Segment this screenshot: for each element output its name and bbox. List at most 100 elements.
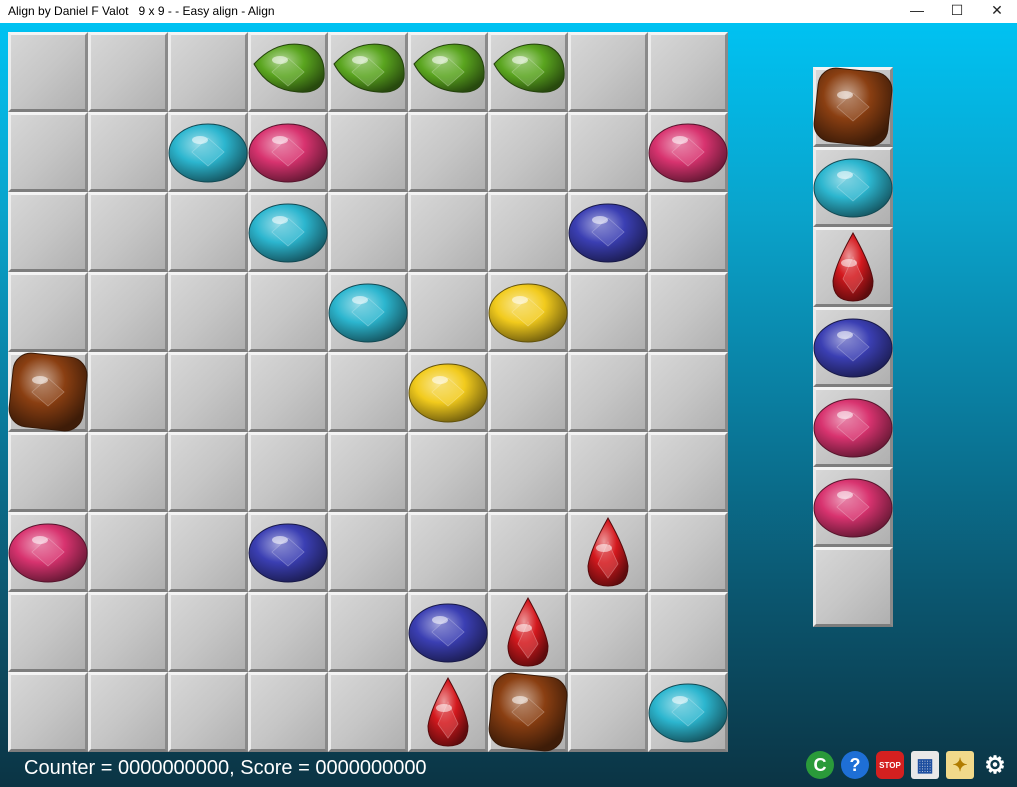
board-cell[interactable]: [328, 672, 408, 752]
board-cell[interactable]: [408, 672, 488, 752]
game-area: Counter = 0000000000, Score = 0000000000…: [0, 23, 1017, 787]
board-cell[interactable]: [568, 32, 648, 112]
calculator-icon[interactable]: ▦: [911, 751, 939, 779]
board-cell[interactable]: [328, 592, 408, 672]
board-cell[interactable]: [168, 112, 248, 192]
board-cell[interactable]: [648, 272, 728, 352]
board-cell[interactable]: [248, 432, 328, 512]
board-cell[interactable]: [488, 432, 568, 512]
board-cell[interactable]: [488, 512, 568, 592]
board-cell[interactable]: [408, 512, 488, 592]
board-cell[interactable]: [328, 112, 408, 192]
gear-icon[interactable]: ⚙: [981, 751, 1009, 779]
game-board: [8, 32, 732, 756]
board-cell[interactable]: [88, 672, 168, 752]
board-cell[interactable]: [88, 32, 168, 112]
board-cell[interactable]: [8, 512, 88, 592]
board-cell[interactable]: [328, 352, 408, 432]
board-cell[interactable]: [408, 112, 488, 192]
queue-cell: [813, 547, 893, 627]
toolbar: C? STOP ▦ ✦ ⚙: [806, 751, 1009, 783]
board-cell[interactable]: [168, 192, 248, 272]
board-cell[interactable]: [648, 432, 728, 512]
board-cell[interactable]: [168, 272, 248, 352]
board-cell[interactable]: [648, 672, 728, 752]
board-cell[interactable]: [488, 592, 568, 672]
board-cell[interactable]: [248, 352, 328, 432]
board-cell[interactable]: [328, 512, 408, 592]
board-cell[interactable]: [568, 352, 648, 432]
board-cell[interactable]: [168, 672, 248, 752]
board-cell[interactable]: [648, 352, 728, 432]
board-cell[interactable]: [8, 112, 88, 192]
help-icon[interactable]: ?: [841, 751, 869, 779]
board-cell[interactable]: [648, 192, 728, 272]
board-cell[interactable]: [648, 512, 728, 592]
board-cell[interactable]: [408, 352, 488, 432]
minimize-button[interactable]: —: [897, 0, 937, 23]
board-cell[interactable]: [408, 272, 488, 352]
board-cell[interactable]: [488, 112, 568, 192]
board-cell[interactable]: [568, 192, 648, 272]
board-cell[interactable]: [88, 112, 168, 192]
board-cell[interactable]: [8, 272, 88, 352]
board-cell[interactable]: [648, 32, 728, 112]
board-cell[interactable]: [488, 672, 568, 752]
maximize-button[interactable]: ☐: [937, 0, 977, 23]
board-cell[interactable]: [168, 432, 248, 512]
close-button[interactable]: ✕: [977, 0, 1017, 23]
board-cell[interactable]: [88, 272, 168, 352]
board-cell[interactable]: [8, 432, 88, 512]
board-cell[interactable]: [88, 192, 168, 272]
board-cell[interactable]: [408, 32, 488, 112]
board-cell[interactable]: [488, 192, 568, 272]
board-cell[interactable]: [328, 192, 408, 272]
queue-cell: [813, 467, 893, 547]
board-cell[interactable]: [248, 272, 328, 352]
board-cell[interactable]: [248, 672, 328, 752]
board-cell[interactable]: [8, 192, 88, 272]
board-cell[interactable]: [328, 272, 408, 352]
board-cell[interactable]: [168, 592, 248, 672]
board-cell[interactable]: [248, 592, 328, 672]
board-cell[interactable]: [88, 432, 168, 512]
board-cell[interactable]: [568, 592, 648, 672]
status-text: Counter = 0000000000, Score = 0000000000: [24, 757, 427, 779]
board-cell[interactable]: [648, 592, 728, 672]
blue-gem-icon: [568, 192, 648, 272]
board-cell[interactable]: [88, 512, 168, 592]
board-cell[interactable]: [568, 512, 648, 592]
board-cell[interactable]: [568, 672, 648, 752]
board-cell[interactable]: [408, 432, 488, 512]
copyright-icon[interactable]: C: [806, 751, 834, 779]
board-cell[interactable]: [88, 592, 168, 672]
board-cell[interactable]: [8, 672, 88, 752]
board-cell[interactable]: [168, 352, 248, 432]
yellow-gem-icon: [408, 352, 488, 432]
board-cell[interactable]: [568, 272, 648, 352]
tag-icon[interactable]: ✦: [946, 751, 974, 779]
board-cell[interactable]: [8, 592, 88, 672]
cyan-gem-icon: [248, 192, 328, 272]
board-cell[interactable]: [328, 432, 408, 512]
board-cell[interactable]: [88, 352, 168, 432]
board-cell[interactable]: [488, 352, 568, 432]
board-cell[interactable]: [568, 432, 648, 512]
board-cell[interactable]: [408, 192, 488, 272]
stop-icon[interactable]: STOP: [876, 751, 904, 779]
board-cell[interactable]: [168, 32, 248, 112]
board-cell[interactable]: [8, 32, 88, 112]
blue-gem-icon: [248, 512, 328, 592]
board-cell[interactable]: [408, 592, 488, 672]
board-cell[interactable]: [168, 512, 248, 592]
board-cell[interactable]: [488, 272, 568, 352]
board-cell[interactable]: [648, 112, 728, 192]
board-cell[interactable]: [248, 32, 328, 112]
board-cell[interactable]: [488, 32, 568, 112]
board-cell[interactable]: [248, 112, 328, 192]
board-cell[interactable]: [328, 32, 408, 112]
board-cell[interactable]: [8, 352, 88, 432]
board-cell[interactable]: [248, 512, 328, 592]
board-cell[interactable]: [248, 192, 328, 272]
board-cell[interactable]: [568, 112, 648, 192]
